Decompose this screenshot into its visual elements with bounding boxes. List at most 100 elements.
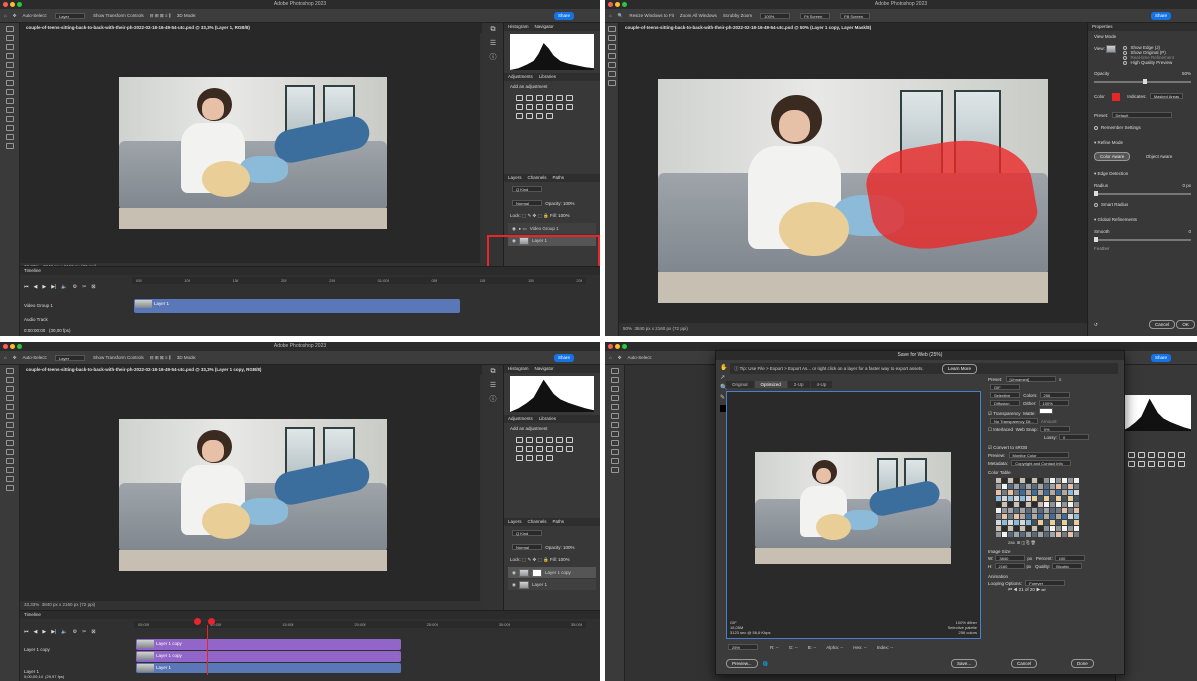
color-table-swatch[interactable]	[1044, 490, 1049, 495]
color-table-swatch[interactable]	[1062, 490, 1067, 495]
auto-select-label[interactable]: Auto-Select:	[23, 13, 48, 18]
info-icon[interactable]: ⓘ	[483, 51, 503, 65]
color-table-swatch[interactable]	[1068, 514, 1073, 519]
color-table-swatch[interactable]	[996, 526, 1001, 531]
format-row[interactable]: GIF	[988, 383, 1118, 391]
color-table-swatch[interactable]	[1044, 508, 1049, 513]
color-table-swatch[interactable]	[1014, 484, 1019, 489]
interlaced-row[interactable]: ☐ Interlaced Web Snap: 0%	[988, 425, 1118, 433]
document-tab[interactable]: couple-of-teens-sitting-back-to-back-wit…	[20, 23, 482, 33]
color-table-swatch[interactable]	[1014, 514, 1019, 519]
clip-layer-1-copy-b[interactable]: Layer 1 copy	[136, 651, 401, 662]
layer-filter-row[interactable]: Q Kind	[504, 526, 600, 540]
color-table-swatch[interactable]	[1020, 484, 1025, 489]
color-table-swatch[interactable]	[1056, 490, 1061, 495]
eraser-tool-icon[interactable]	[5, 440, 14, 446]
hand-tool-icon[interactable]	[5, 476, 14, 482]
history-icon[interactable]: ⧉	[483, 23, 503, 37]
align-icons[interactable]: ⊟ ⊞ ⊠ ≡ ⫼	[150, 355, 171, 361]
color-table-swatch[interactable]	[1068, 484, 1073, 489]
color-table-swatch[interactable]	[1056, 484, 1061, 489]
split-marker[interactable]	[208, 618, 215, 625]
color-table-swatch[interactable]	[1056, 496, 1061, 501]
track-video-group[interactable]: Video Group 1	[24, 303, 53, 308]
histogram-panel-header[interactable]: Histogram Navigator	[504, 365, 600, 373]
preset-row[interactable]: Preset: [Unnamed] ≡	[988, 375, 1118, 383]
color-table-swatch[interactable]	[1044, 478, 1049, 483]
done-button[interactable]: Done	[1071, 659, 1094, 668]
zoom-tool-icon[interactable]	[5, 143, 14, 149]
color-table-swatch[interactable]	[1008, 508, 1013, 513]
color-table-swatch[interactable]	[1068, 490, 1073, 495]
color-table-swatch[interactable]	[1074, 532, 1079, 537]
brush-tool-icon[interactable]	[5, 80, 14, 86]
color-table-swatch[interactable]	[1074, 490, 1079, 495]
type-tool-icon[interactable]	[5, 125, 14, 131]
color-table-swatch[interactable]	[1062, 520, 1067, 525]
color-table-swatch[interactable]	[1014, 496, 1019, 501]
playhead-marker[interactable]	[194, 618, 201, 625]
resize-windows-option[interactable]: Resize Windows to Fit	[629, 13, 674, 18]
document-tab[interactable]: couple-of-teens-sitting-back-to-back-wit…	[619, 23, 1087, 33]
share-button[interactable]: Share	[1151, 12, 1171, 20]
color-table-swatch[interactable]	[1032, 532, 1037, 537]
quick-select-tool-icon[interactable]	[5, 53, 14, 59]
fill-screen-button[interactable]: Fill Screen	[840, 12, 871, 19]
color-table-swatch[interactable]	[1020, 514, 1025, 519]
save-button[interactable]: Save...	[951, 659, 978, 668]
reset-icon[interactable]: ↺	[1094, 322, 1098, 327]
view-row[interactable]: View: Show Edge (J) Show Original (P) Re…	[1088, 42, 1197, 68]
scrubby-zoom-option[interactable]: Scrubby Zoom	[723, 13, 752, 18]
color-table-swatch[interactable]	[1014, 526, 1019, 531]
layer-select[interactable]: Layer	[55, 12, 86, 19]
color-table-swatch[interactable]	[1062, 502, 1067, 507]
layer-1[interactable]: ◉ Layer 1	[508, 579, 596, 590]
share-button[interactable]: Share	[554, 354, 574, 362]
object-select-tool-icon[interactable]	[607, 53, 616, 59]
video-clip[interactable]: Layer 1	[134, 299, 460, 313]
color-table-swatch[interactable]	[1020, 490, 1025, 495]
time-ruler[interactable]: 05:00f 10:00f 15:00f 20:00f 25:00f 30:00f 35:0…	[134, 621, 586, 628]
smooth-slider[interactable]	[1094, 236, 1191, 242]
color-table-swatch[interactable]	[1032, 526, 1037, 531]
color-table-swatch[interactable]	[1020, 502, 1025, 507]
color-table-swatch[interactable]	[1026, 508, 1031, 513]
color-table-swatch[interactable]	[1008, 484, 1013, 489]
color-table-swatch[interactable]	[1002, 484, 1007, 489]
color-table-swatch[interactable]	[1050, 490, 1055, 495]
marquee-tool-icon[interactable]	[5, 35, 14, 41]
layers-panel-header[interactable]: Layers Channels Paths	[504, 174, 600, 182]
color-table-swatch[interactable]	[1032, 514, 1037, 519]
color-table-swatch[interactable]	[1014, 532, 1019, 537]
color-table-swatch[interactable]	[1026, 502, 1031, 507]
move-tool-icon[interactable]	[5, 26, 14, 32]
layer-video-group[interactable]: ◉ ▸ ▭ Video Group 1	[508, 223, 596, 234]
color-table-swatch[interactable]	[996, 484, 1001, 489]
color-table-swatch[interactable]	[1050, 532, 1055, 537]
document-tab[interactable]: couple-of-teens-sitting-back-to-back-wit…	[20, 365, 482, 375]
color-table-swatch[interactable]	[1002, 478, 1007, 483]
color-table-swatch[interactable]	[1056, 520, 1061, 525]
info-icon[interactable]: ⓘ	[483, 393, 503, 407]
color-table-swatch[interactable]	[1038, 532, 1043, 537]
color-table-swatch[interactable]	[1014, 508, 1019, 513]
reduction-row[interactable]: Selective Colors: 256	[988, 391, 1118, 399]
zoom-tool-icon[interactable]	[5, 485, 14, 491]
color-table-swatch[interactable]	[1020, 508, 1025, 513]
adjustment-icons[interactable]	[504, 434, 600, 464]
move-tool-icon[interactable]: ✥	[13, 355, 17, 361]
properties-icon[interactable]: ☰	[483, 37, 503, 51]
browser-icon[interactable]: 🌐	[763, 661, 769, 666]
color-table-swatch[interactable]	[1008, 496, 1013, 501]
color-table-swatch[interactable]	[1044, 532, 1049, 537]
color-table-swatch[interactable]	[1002, 532, 1007, 537]
color-table-swatch[interactable]	[996, 496, 1001, 501]
color-table-swatch[interactable]	[1068, 496, 1073, 501]
crop-tool-icon[interactable]	[5, 404, 14, 410]
brush-tool-icon[interactable]	[607, 44, 616, 50]
opacity-row[interactable]: Opacity 50%	[1088, 68, 1197, 79]
color-table-swatch[interactable]	[1056, 502, 1061, 507]
color-table-swatch[interactable]	[1038, 520, 1043, 525]
color-table-swatch[interactable]	[1026, 520, 1031, 525]
playback-controls[interactable]: ⏮ ◀ ▶ ▶| 🔈 ⚙ ✂ ⊠	[24, 284, 96, 290]
